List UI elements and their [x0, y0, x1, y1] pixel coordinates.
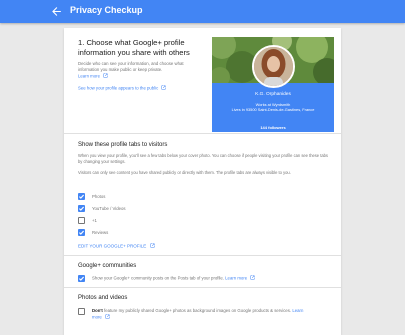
- learn-more-link[interactable]: Learn more: [78, 73, 108, 79]
- tab-option-label: Reviews: [92, 229, 109, 235]
- external-link-icon: [250, 275, 255, 280]
- tab-option-label: +1: [92, 217, 97, 223]
- profile-followers: 144 followers: [260, 125, 286, 130]
- tab-option-plus-one[interactable]: +1: [78, 216, 97, 224]
- check-icon: [79, 230, 85, 235]
- tab-option-photos[interactable]: Photos: [78, 192, 105, 200]
- photos-option-text: Don't feature my publicly shared Google+…: [92, 308, 312, 320]
- avatar: [252, 45, 295, 88]
- page-title: Privacy Checkup: [70, 5, 143, 15]
- profile-preview-link[interactable]: See how your profile appears to the publ…: [78, 85, 166, 91]
- tabs-section-note: Visitors can only see content you have s…: [78, 170, 291, 175]
- external-link-icon: [103, 73, 108, 78]
- divider: [64, 133, 341, 134]
- photos-title: Photos and videos: [78, 295, 128, 301]
- checkbox-plus-one[interactable]: [78, 216, 85, 224]
- divider: [64, 255, 341, 256]
- edit-profile-link-label[interactable]: EDIT YOUR GOOGLE+ PROFILE: [78, 244, 146, 249]
- profile-name: K.G. Orphanides: [255, 92, 291, 97]
- tab-option-youtube[interactable]: YouTube / Videos: [78, 204, 126, 212]
- communities-option-text: Show your Google+ community posts on the…: [92, 275, 255, 281]
- app-bar: Privacy Checkup: [0, 0, 405, 23]
- tabs-section-desc: When you view your profile, you'll see a…: [78, 153, 328, 164]
- checkbox-photos-background[interactable]: [78, 308, 85, 315]
- check-icon: [79, 276, 85, 281]
- tab-option-label: Photos: [92, 193, 106, 199]
- communities-option[interactable]: Show your Google+ community posts on the…: [78, 275, 255, 282]
- profile-details: Works at Wyrdsmith Lives in 93500 Saint-…: [220, 102, 326, 112]
- privacy-checkup-card: 1. Choose what Google+ profile informati…: [64, 28, 341, 335]
- tab-option-label: YouTube / Videos: [92, 205, 126, 211]
- photos-option-label: feature my publicly shared Google+ photo…: [104, 308, 292, 313]
- checkbox-photos[interactable]: [78, 192, 85, 200]
- communities-option-label: Show your Google+ community posts on the…: [92, 275, 224, 281]
- learn-more-link-label[interactable]: Learn more: [78, 74, 100, 79]
- communities-learn-more-link[interactable]: Learn more: [225, 276, 247, 281]
- external-link-icon: [161, 85, 166, 90]
- arrow-left-icon[interactable]: [50, 5, 63, 18]
- checkbox-youtube[interactable]: [78, 204, 85, 212]
- tabs-section-title: Show these profile tabs to visitors: [78, 142, 168, 148]
- photos-option[interactable]: Don't feature my publicly shared Google+…: [78, 308, 312, 320]
- communities-title: Google+ communities: [78, 263, 137, 269]
- external-link-icon: [105, 314, 110, 319]
- checkbox-reviews[interactable]: [78, 228, 85, 236]
- external-link-icon: [150, 243, 154, 248]
- check-icon: [79, 194, 85, 199]
- checkbox-communities[interactable]: [78, 275, 85, 282]
- profile-preview-link-label[interactable]: See how your profile appears to the publ…: [78, 86, 158, 91]
- profile-location: Lives in 93500 Saint-Denis-de-Gastines, …: [231, 107, 315, 113]
- check-icon: [79, 206, 85, 211]
- divider: [64, 287, 341, 288]
- profile-preview-panel: K.G. Orphanides Works at Wyrdsmith Lives…: [212, 37, 334, 132]
- photos-option-bold: Don't: [92, 308, 103, 313]
- step-intro: Decide who can see your information, and…: [78, 61, 184, 72]
- tab-option-reviews[interactable]: Reviews: [78, 228, 108, 236]
- step-title: 1. Choose what Google+ profile informati…: [78, 38, 190, 57]
- edit-profile-link[interactable]: EDIT YOUR GOOGLE+ PROFILE: [78, 243, 155, 249]
